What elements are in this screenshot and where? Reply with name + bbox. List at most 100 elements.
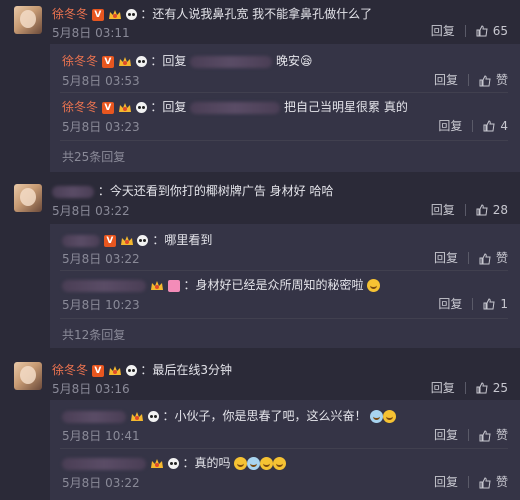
like-count: 赞: [495, 251, 508, 265]
laughing-emoji-icon: [260, 457, 274, 470]
thumbs-up-icon: [476, 204, 488, 216]
blurred-username[interactable]: [62, 234, 100, 247]
crown-icon: [120, 235, 133, 245]
crown-icon: [150, 280, 163, 290]
comment-time: 5月8日 03:16: [52, 382, 130, 396]
commenter-name[interactable]: 徐冬冬: [52, 7, 88, 21]
divider: [60, 92, 508, 93]
reply-button[interactable]: 回复: [431, 379, 455, 396]
verified-icon: V: [91, 364, 104, 377]
skull-icon: [125, 365, 137, 376]
like-button[interactable]: 赞: [479, 473, 508, 490]
more-replies-link[interactable]: 共25条回复: [62, 148, 125, 165]
blurred-username[interactable]: [52, 185, 94, 198]
divider: [60, 140, 508, 141]
reply-prefix: ：身材好已经是众所周知的秘密啦: [183, 278, 364, 292]
reply-text: 把自己当明星很累 真的: [284, 100, 408, 114]
divider: [60, 270, 508, 271]
reply-button[interactable]: 回复: [431, 22, 455, 39]
crying-emoji-icon: [247, 457, 261, 470]
crown-icon: [118, 56, 131, 66]
skull-icon: [147, 411, 159, 422]
skull-icon: [135, 102, 147, 113]
thumbs-up-icon: [483, 298, 495, 310]
reply-thread: ：小伙子，你是思春了吧，这么兴奋！ 5月8日 10:41 回复赞 ：真的吗 5月…: [50, 400, 520, 500]
like-count: 25: [492, 380, 508, 395]
laughing-emoji-icon: [234, 457, 248, 470]
laughing-emoji-icon: [370, 410, 384, 423]
like-count: 65: [492, 23, 508, 38]
reply-prefix: ：小伙子，你是思春了吧，这么兴奋！: [162, 409, 367, 423]
reply-button[interactable]: 回复: [434, 473, 458, 490]
commenter-name[interactable]: 徐冬冬: [52, 363, 88, 377]
divider: [60, 448, 508, 449]
skull-icon: [137, 235, 149, 246]
reply-button[interactable]: 回复: [438, 117, 462, 134]
thumbs-up-icon: [479, 252, 491, 264]
crown-icon: [118, 102, 131, 112]
reply-time: 5月8日 03:22: [62, 476, 140, 490]
like-count: 1: [500, 296, 508, 311]
avatar[interactable]: [14, 362, 42, 390]
thumbs-up-icon: [479, 476, 491, 488]
reply-prefix: ：真的吗: [182, 456, 231, 470]
reply-thread: 徐冬冬 V ：回复 晚安😪 5月8日 03:53 回复赞 徐冬冬 V ：回复 把…: [50, 44, 520, 172]
reply-time: 5月8日 03:53: [62, 74, 140, 88]
like-count: 赞: [495, 73, 508, 87]
reply-button[interactable]: 回复: [434, 71, 458, 88]
skull-icon: [125, 9, 137, 20]
thumbs-up-icon: [476, 382, 488, 394]
like-count: 赞: [495, 428, 508, 442]
blurred-username: [190, 101, 281, 114]
laughing-emoji-icon: [367, 279, 381, 292]
skull-icon: [135, 56, 147, 67]
crown-icon: [130, 411, 143, 421]
reply-time: 5月8日 03:23: [62, 120, 140, 134]
blurred-username[interactable]: [62, 279, 146, 292]
comment-time: 5月8日 03:22: [52, 204, 130, 218]
reply-button[interactable]: 回复: [434, 249, 458, 266]
like-button[interactable]: 25: [476, 381, 508, 395]
like-button[interactable]: 赞: [479, 71, 508, 88]
reply-prefix: ：哪里看到: [152, 233, 213, 247]
blurred-username: [190, 55, 273, 68]
more-replies-link[interactable]: 共12条回复: [62, 326, 125, 343]
comment-time: 5月8日 03:11: [52, 26, 130, 40]
crown-icon: [150, 458, 163, 468]
thumbs-up-icon: [476, 25, 488, 37]
avatar[interactable]: [14, 6, 42, 34]
like-count: 28: [492, 202, 508, 217]
reply-author[interactable]: 徐冬冬: [62, 54, 98, 68]
blurred-username[interactable]: [62, 457, 146, 470]
blurred-username[interactable]: [62, 410, 126, 423]
verified-icon: V: [101, 101, 114, 114]
comment-text: ：今天还看到你打的椰树牌广告 身材好 哈哈: [97, 184, 334, 198]
reply-button[interactable]: 回复: [434, 426, 458, 443]
reply-text: 晚安😪: [276, 54, 313, 68]
like-count: 4: [500, 118, 508, 133]
like-button[interactable]: 赞: [479, 426, 508, 443]
like-button[interactable]: 1: [483, 297, 508, 311]
like-button[interactable]: 赞: [479, 249, 508, 266]
comment-text: ：还有人说我鼻孔宽 我不能拿鼻孔做什么了: [140, 7, 373, 21]
reply-button[interactable]: 回复: [438, 295, 462, 312]
thumbs-up-icon: [479, 74, 491, 86]
reply-time: 5月8日 10:23: [62, 298, 140, 312]
verified-icon: V: [91, 8, 104, 21]
skull-icon: [167, 458, 179, 469]
verified-icon: V: [101, 55, 114, 68]
crown-icon: [108, 365, 121, 375]
like-button[interactable]: 65: [476, 24, 508, 38]
pink-badge-icon: [167, 279, 180, 292]
like-count: 赞: [495, 475, 508, 489]
divider: [60, 318, 508, 319]
reply-time: 5月8日 10:41: [62, 429, 140, 443]
laughing-emoji-icon: [273, 457, 287, 470]
reply-author[interactable]: 徐冬冬: [62, 100, 98, 114]
like-button[interactable]: 4: [483, 119, 508, 133]
avatar[interactable]: [14, 184, 42, 212]
reply-button[interactable]: 回复: [431, 201, 455, 218]
laughing-emoji-icon: [383, 410, 397, 423]
like-button[interactable]: 28: [476, 203, 508, 217]
thumbs-up-icon: [483, 120, 495, 132]
